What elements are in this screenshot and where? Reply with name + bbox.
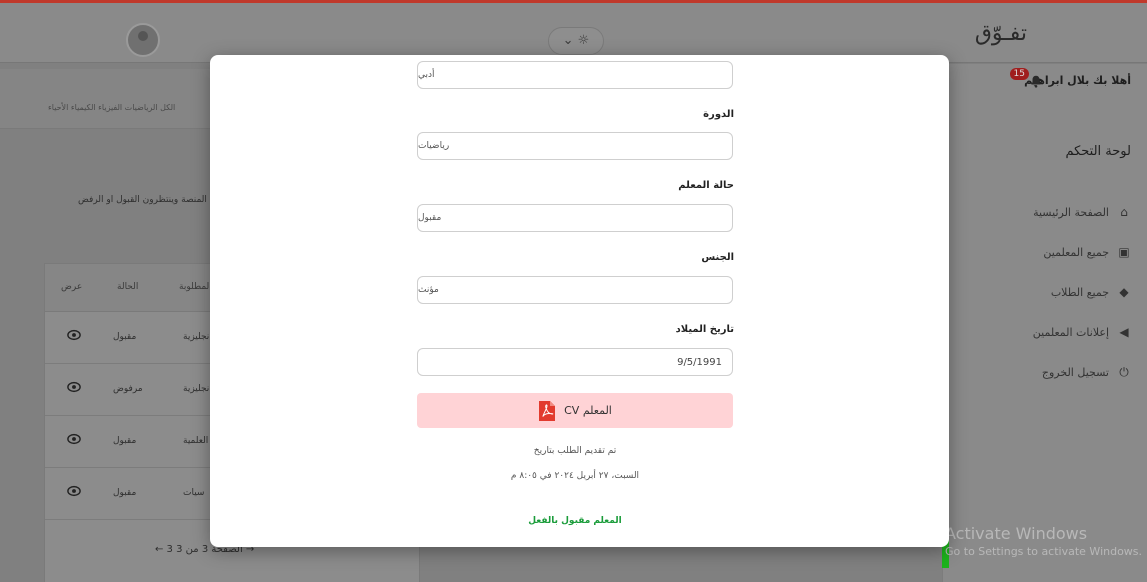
pdf-icon [539, 400, 556, 421]
row-subject: العلمية [183, 436, 209, 446]
avatar[interactable] [126, 23, 160, 57]
eye-icon[interactable] [67, 380, 81, 394]
field-label-birthdate: تاريخ الميلاد [675, 324, 734, 335]
graduation-cap-icon: ◆ [1119, 285, 1129, 299]
sidebar: أهلا بك بلال ابراهيم 15 لوحة التحكم ⌂ الص… [942, 64, 1147, 582]
watermark-title: Activate Windows [945, 524, 1088, 543]
cv-button-label: CV المعلم [564, 404, 612, 417]
accepted-status-text: المعلم مقبول بالفعل [528, 516, 622, 526]
row-subject: انجليزية [183, 332, 212, 342]
page-description: المنصة وينتظرون القبول او الرفض [78, 195, 207, 205]
subject-tabs[interactable]: الكل الرياضيات الفيزياء الكيمياء الأحياء [48, 103, 175, 112]
cv-download-button[interactable]: CV المعلم [417, 393, 733, 428]
eye-icon[interactable] [67, 484, 81, 498]
eye-icon[interactable] [67, 328, 81, 342]
windows-watermark: Activate Windows Go to Settings to activ… [945, 524, 1142, 558]
teacher-details-modal: أدبي الدورة رياضيات حالة المعلم مقبول ال… [210, 55, 949, 547]
theme-toggle[interactable]: ⌄ ☼ [548, 27, 604, 55]
row-status: مقبول [113, 436, 137, 446]
sidebar-item-teachers[interactable]: ▣ جميع المعلمين [961, 232, 1131, 272]
header-view: عرض [61, 282, 83, 292]
eye-icon[interactable] [67, 432, 81, 446]
sidebar-item-label: جميع المعلمين [1043, 245, 1109, 259]
sidebar-item-announcements[interactable]: ◀ إعلانات المعلمين [961, 312, 1131, 352]
sidebar-item-label: الصفحة الرئيسية [1033, 205, 1109, 219]
row-subject: سيات [183, 488, 205, 498]
bell-icon[interactable] [1029, 74, 1043, 88]
field-label-gender: الجنس [701, 252, 734, 263]
header-status: الحالة [117, 282, 139, 292]
row-status: مقبول [113, 488, 137, 498]
sidebar-nav: ⌂ الصفحة الرئيسية ▣ جميع المعلمين ◆ جميع ال… [961, 192, 1131, 392]
row-subject: انجليزية [183, 384, 212, 394]
sidebar-item-students[interactable]: ◆ جميع الطلاب [961, 272, 1131, 312]
submitted-label: تم تقديم الطلب بتاريخ [533, 446, 617, 456]
row-status: مرفوض [113, 384, 143, 394]
course-field[interactable]: رياضيات [417, 132, 733, 160]
home-icon: ⌂ [1120, 205, 1128, 219]
notification-badge: 15 [1009, 68, 1029, 80]
sidebar-item-label: تسجيل الخروج [1041, 365, 1109, 379]
row-status: مقبول [113, 332, 137, 342]
teacher-board-icon: ▣ [1118, 245, 1130, 259]
field-label-course: الدورة [703, 109, 734, 120]
watermark-subtitle: Go to Settings to activate Windows. [945, 545, 1143, 558]
specialty-field[interactable]: أدبي [417, 61, 733, 89]
submitted-date: السبت، ٢٧ أبريل ٢٠٢٤ في ٨:٠٥ م [510, 471, 640, 481]
sidebar-item-logout[interactable]: ⏻ تسجيل الخروج [961, 352, 1131, 392]
megaphone-icon: ◀ [1119, 325, 1129, 339]
header-subject: المطلوبة [179, 282, 212, 292]
app-logo[interactable]: تفـوّق [975, 21, 1027, 46]
sidebar-item-label: إعلانات المعلمين [1032, 325, 1109, 339]
birthdate-field[interactable]: 9/5/1991 [417, 348, 733, 376]
sidebar-title: لوحة التحكم [1065, 144, 1131, 159]
gender-field[interactable]: مؤنث [417, 276, 733, 304]
sidebar-item-label: جميع الطلاب [1050, 285, 1109, 299]
power-icon: ⏻ [1119, 364, 1129, 379]
status-field[interactable]: مقبول [417, 204, 733, 232]
top-bar: ⌄ ☼ تفـوّق [0, 3, 1147, 63]
sidebar-item-home[interactable]: ⌂ الصفحة الرئيسية [961, 192, 1131, 232]
field-label-status: حالة المعلم [678, 180, 734, 191]
